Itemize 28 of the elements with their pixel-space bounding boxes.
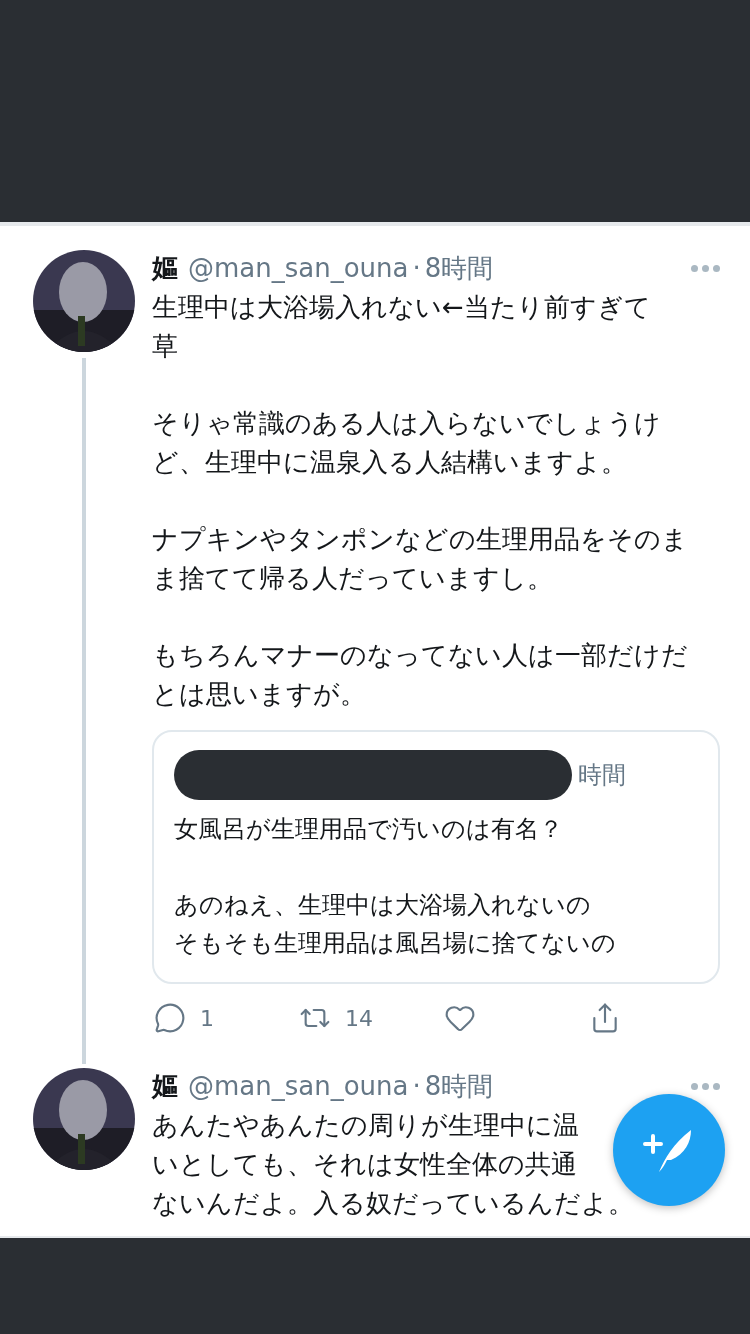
- separator: ·: [412, 1070, 421, 1103]
- tweet-text-line: とは思いますが。: [152, 678, 366, 711]
- tweet-text-line: そりゃ常識のある人は入らないでしょうけ: [152, 407, 661, 440]
- tweet-text-line: ま捨てて帰る人だっていますし。: [152, 562, 553, 595]
- separator: ·: [412, 252, 421, 285]
- handle: @man_san_ouna: [188, 1070, 409, 1103]
- tweet-text-line: 草: [152, 330, 178, 363]
- tweet-text-line: ナプキンやタンポンなどの生理用品をそのま: [152, 523, 688, 556]
- timestamp: 8時間: [424, 1070, 494, 1103]
- tweet-text-line: ないんだよ。入る奴だっているんだよ。: [152, 1187, 634, 1220]
- reply-icon: [154, 1002, 186, 1034]
- compose-button[interactable]: [613, 1094, 725, 1206]
- quoted-text-line: そもそも生理用品は風呂場に捨てないの: [174, 928, 616, 959]
- quoted-text-line: あのねえ、生理中は大浴場入れないの: [174, 890, 591, 921]
- quoted-timestamp: 時間: [578, 760, 626, 791]
- tweet-text-line: いとしても、それは女性全体の共通: [152, 1148, 577, 1181]
- tweet-text-line: ど、生理中に温泉入る人結構いますよ。: [152, 446, 627, 479]
- tweet-text-line: あんたやあんたの周りが生理中に温: [152, 1109, 579, 1142]
- display-name: 嫗: [152, 252, 178, 285]
- tweet-text-line: もちろんマナーのなってない人は一部だけだ: [152, 639, 688, 672]
- quoted-text-line: 女風呂が生理用品で汚いのは有名？: [174, 814, 563, 845]
- reply-button[interactable]: 1: [154, 1002, 214, 1034]
- display-name: 嫗: [152, 1070, 178, 1103]
- timestamp: 8時間: [424, 252, 494, 285]
- quoted-tweet-card[interactable]: 時間 女風呂が生理用品で汚いのは有名？ あのねえ、生理中は大浴場入れないの そもそも生理用品は風呂場に捨てないの: [152, 730, 720, 984]
- tweet-text-line: 生理中は大浴場入れない←当たり前すぎて: [152, 291, 651, 324]
- retweet-button[interactable]: 14: [299, 1002, 373, 1034]
- handle: @man_san_ouna: [188, 252, 409, 285]
